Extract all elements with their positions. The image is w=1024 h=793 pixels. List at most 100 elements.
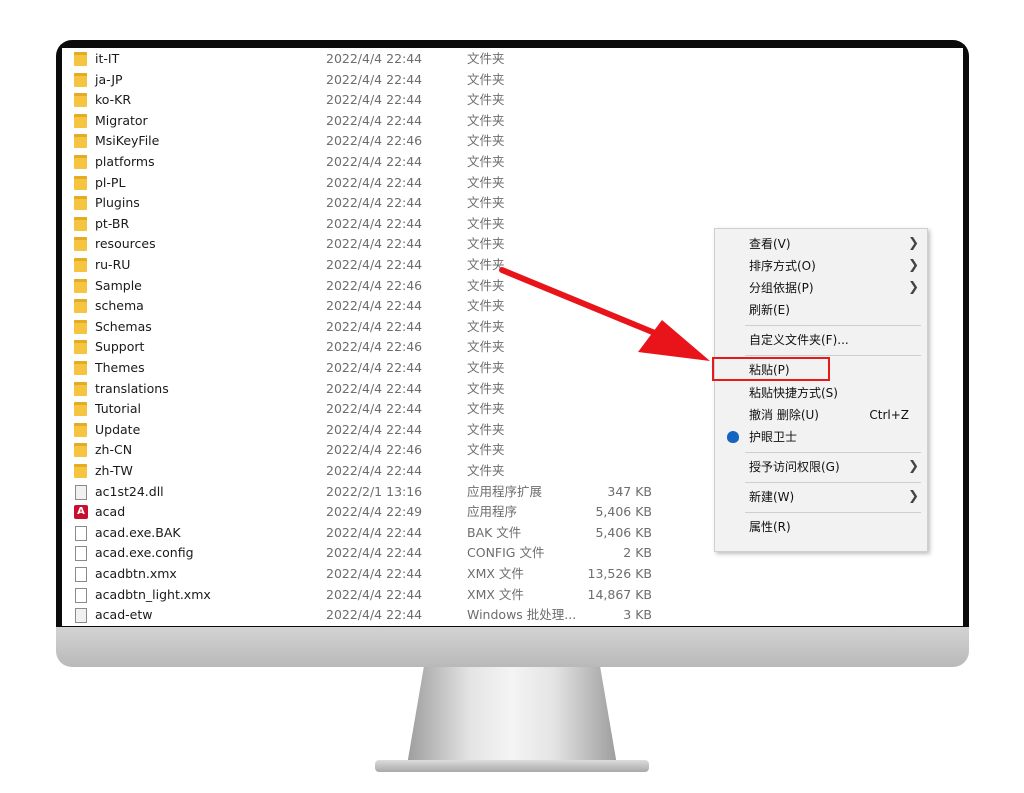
folder-row[interactable]: translations 2022/4/4 22:44 文件夹 <box>62 379 662 400</box>
folder-icon <box>74 175 87 190</box>
menu-item-refresh[interactable]: 刷新(E) <box>715 299 927 321</box>
dll-file-icon <box>75 484 87 500</box>
menu-item-label: 分组依据(P) <box>749 281 814 295</box>
file-name: pt-BR <box>95 215 130 231</box>
file-date: 2022/4/4 22:46 <box>326 339 423 355</box>
file-row[interactable]: acadbtn.xmx 2022/4/4 22:44 XMX 文件 13,526 KB <box>62 564 662 585</box>
file-size: 347 KB <box>607 483 652 499</box>
folder-row[interactable]: zh-TW 2022/4/4 22:44 文件夹 <box>62 461 662 482</box>
file-date: 2022/4/4 22:44 <box>326 92 423 108</box>
folder-icon <box>74 340 87 355</box>
file-row[interactable]: acad.exe.config 2022/4/4 22:44 CONFIG 文件 2 … <box>62 543 662 564</box>
menu-item-label: 护眼卫士 <box>749 430 798 444</box>
file-name: acad.exe.BAK <box>95 524 181 540</box>
folder-row[interactable]: schema 2022/4/4 22:44 文件夹 <box>62 296 662 317</box>
folder-icon <box>74 216 87 231</box>
file-date: 2022/4/4 22:44 <box>326 215 423 231</box>
folder-row[interactable]: pt-BR 2022/4/4 22:44 文件夹 <box>62 214 662 235</box>
menu-item-label: 属性(R) <box>749 520 791 534</box>
monitor-bezel: it-IT 2022/4/4 22:44 文件夹 ja-JP 2022/4/4 22:4… <box>56 40 969 632</box>
file-date: 2022/4/4 22:44 <box>326 154 423 169</box>
file-name: zh-CN <box>95 442 133 458</box>
menu-separator <box>745 512 921 513</box>
file-type: 文件夹 <box>467 442 505 458</box>
file-type: 文件夹 <box>467 195 505 211</box>
menu-item-grant-access[interactable]: 授予访问权限(G) ❯ <box>715 456 927 478</box>
folder-row[interactable]: MsiKeyFile 2022/4/4 22:46 文件夹 <box>62 131 662 152</box>
menu-separator <box>745 325 921 326</box>
folder-row[interactable]: Update 2022/4/4 22:44 文件夹 <box>62 420 662 441</box>
file-name: ja-JP <box>95 71 123 87</box>
menu-item-properties[interactable]: 属性(R) <box>715 516 927 538</box>
menu-item-new[interactable]: 新建(W) ❯ <box>715 486 927 508</box>
menu-item-group[interactable]: 分组依据(P) ❯ <box>715 277 927 299</box>
folder-row[interactable]: resources 2022/4/4 22:44 文件夹 <box>62 234 662 255</box>
folder-row[interactable]: Tutorial 2022/4/4 22:44 文件夹 <box>62 399 662 420</box>
file-name: schema <box>95 298 144 314</box>
file-type: 文件夹 <box>467 463 505 478</box>
file-name: acadbtn.xmx <box>95 566 177 581</box>
file-type: 文件夹 <box>467 257 505 272</box>
menu-item-customize-folder[interactable]: 自定义文件夹(F)... <box>715 329 927 351</box>
file-row[interactable]: ac1st24.dll 2022/2/1 13:16 应用程序扩展 347 KB <box>62 482 662 503</box>
folder-row[interactable]: zh-CN 2022/4/4 22:46 文件夹 <box>62 440 662 461</box>
file-type: XMX 文件 <box>467 586 524 602</box>
autocad-app-icon: A <box>74 505 88 520</box>
file-name: resources <box>95 236 156 252</box>
file-name: it-IT <box>95 51 120 66</box>
file-name: Plugins <box>95 195 140 211</box>
file-name: pl-PL <box>95 174 126 190</box>
menu-item-label: 排序方式(O) <box>749 259 816 273</box>
folder-icon <box>74 196 87 211</box>
folder-row[interactable]: Migrator 2022/4/4 22:44 文件夹 <box>62 111 662 132</box>
menu-item-undo-delete[interactable]: 撤消 删除(U) Ctrl+Z <box>715 404 927 426</box>
file-date: 2022/4/4 22:44 <box>326 298 423 314</box>
folder-row[interactable]: Themes 2022/4/4 22:44 文件夹 <box>62 358 662 379</box>
chevron-right-icon: ❯ <box>908 258 919 273</box>
file-type: 文件夹 <box>467 174 505 190</box>
folder-row[interactable]: platforms 2022/4/4 22:44 文件夹 <box>62 152 662 173</box>
folder-row[interactable]: ja-JP 2022/4/4 22:44 文件夹 <box>62 70 662 91</box>
file-row[interactable]: acadbtn_light.xmx 2022/4/4 22:44 XMX 文件 14,… <box>62 585 662 606</box>
paste-highlight-box <box>712 357 830 381</box>
file-name: zh-TW <box>95 463 133 478</box>
file-name: acad <box>95 504 126 520</box>
file-name: ac1st24.dll <box>95 483 164 499</box>
file-type: 文件夹 <box>467 71 505 87</box>
file-date: 2022/4/4 22:49 <box>326 504 423 520</box>
menu-item-view[interactable]: 查看(V) ❯ <box>715 233 927 255</box>
file-name: acad.exe.config <box>95 545 194 561</box>
folder-row[interactable]: it-IT 2022/4/4 22:44 文件夹 <box>62 49 662 70</box>
file-type: 文件夹 <box>467 277 505 293</box>
file-date: 2022/4/4 22:46 <box>326 442 423 458</box>
file-date: 2022/4/4 22:44 <box>326 257 423 272</box>
file-type: 文件夹 <box>467 380 505 396</box>
file-row[interactable]: acad.exe.BAK 2022/4/4 22:44 BAK 文件 5,406 KB <box>62 523 662 544</box>
folder-row[interactable]: Schemas 2022/4/4 22:44 文件夹 <box>62 317 662 338</box>
file-type: 文件夹 <box>467 421 505 437</box>
monitor-stand-base <box>375 760 649 772</box>
folder-icon <box>74 72 87 87</box>
menu-item-sort[interactable]: 排序方式(O) ❯ <box>715 255 927 277</box>
folder-icon <box>74 155 87 169</box>
folder-row[interactable]: Plugins 2022/4/4 22:44 文件夹 <box>62 193 662 214</box>
folder-row[interactable]: Support 2022/4/4 22:46 文件夹 <box>62 337 662 358</box>
folder-row[interactable]: pl-PL 2022/4/4 22:44 文件夹 <box>62 173 662 194</box>
folder-row[interactable]: ko-KR 2022/4/4 22:44 文件夹 <box>62 90 662 111</box>
menu-item-eye-guard[interactable]: 护眼卫士 <box>715 426 927 448</box>
file-row[interactable]: Aacad 2022/4/4 22:49 应用程序 5,406 KB <box>62 502 662 523</box>
file-type: 文件夹 <box>467 339 505 355</box>
file-name: Sample <box>95 277 142 293</box>
folder-row[interactable]: Sample 2022/4/4 22:46 文件夹 <box>62 276 662 297</box>
file-type: 文件夹 <box>467 92 505 108</box>
menu-separator <box>745 355 921 356</box>
file-name: ko-KR <box>95 92 132 108</box>
folder-row[interactable]: ru-RU 2022/4/4 22:44 文件夹 <box>62 255 662 276</box>
file-size: 5,406 KB <box>595 524 652 540</box>
file-type: CONFIG 文件 <box>467 545 545 561</box>
file-name: Update <box>95 421 141 437</box>
chevron-right-icon: ❯ <box>908 459 919 474</box>
file-size: 3 KB <box>623 607 652 623</box>
file-row[interactable]: acad-etw 2022/4/4 22:44 Windows 批处理... 3 KB <box>62 605 662 626</box>
menu-item-paste-shortcut[interactable]: 粘贴快捷方式(S) <box>715 382 927 404</box>
